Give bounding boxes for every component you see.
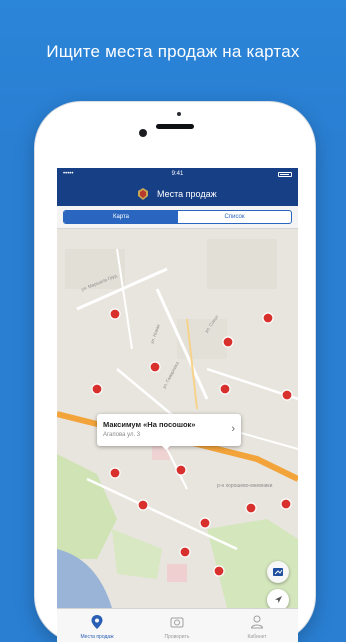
place-callout[interactable]: Максимум «На посошок» Агапова ул. 3 › xyxy=(97,414,241,450)
layers-icon xyxy=(273,568,283,576)
battery-icon xyxy=(278,172,292,177)
sale-point-marker[interactable] xyxy=(179,546,191,558)
phone-frame: ••••• 9:41 Места продаж Карта Список ул.… xyxy=(35,102,315,642)
callout-pointer xyxy=(161,445,171,450)
nav-title: Места продаж xyxy=(157,189,217,199)
sale-point-marker[interactable] xyxy=(199,517,211,529)
sale-point-marker[interactable] xyxy=(222,336,234,348)
view-segmented-control: Карта Список xyxy=(63,210,292,224)
sale-point-marker[interactable] xyxy=(219,383,231,395)
earpiece-speaker xyxy=(156,124,194,129)
sale-point-marker[interactable] xyxy=(280,498,292,510)
tab-label: Кабинет xyxy=(247,634,267,640)
sensor-dot xyxy=(177,112,181,116)
segment-list[interactable]: Список xyxy=(178,211,291,223)
map-block xyxy=(207,239,277,289)
callout-address: Агапова ул. 3 xyxy=(103,432,141,438)
tab-label: Места продаж xyxy=(80,634,114,640)
map-layers-button[interactable] xyxy=(267,561,289,583)
callout-title: Максимум «На посошок» xyxy=(103,420,196,429)
tab-label: Проверить xyxy=(164,634,190,640)
sale-point-marker[interactable] xyxy=(213,565,225,577)
sale-point-marker[interactable] xyxy=(149,361,161,373)
person-icon xyxy=(250,615,264,629)
tab-check[interactable]: Проверить xyxy=(137,609,217,642)
tab-account[interactable]: Кабинет xyxy=(217,609,297,642)
segment-map[interactable]: Карта xyxy=(64,211,178,223)
sale-point-marker[interactable] xyxy=(137,499,149,511)
app-screen: ••••• 9:41 Места продаж Карта Список ул.… xyxy=(57,168,298,642)
status-bar: ••••• 9:41 xyxy=(57,168,298,182)
sale-point-marker[interactable] xyxy=(281,389,293,401)
nav-bar: Места продаж xyxy=(57,182,298,206)
sale-point-marker[interactable] xyxy=(109,308,121,320)
camera-icon xyxy=(170,617,184,628)
promo-headline: Ищите места продаж на картах xyxy=(46,42,300,61)
sale-point-marker[interactable] xyxy=(109,467,121,479)
status-time: 9:41 xyxy=(171,171,184,177)
tab-places[interactable]: Места продаж xyxy=(57,609,137,642)
map-building xyxy=(167,564,187,582)
segment-bar: Карта Список xyxy=(57,206,298,229)
emblem-icon xyxy=(138,188,148,200)
sale-point-marker[interactable] xyxy=(245,502,257,514)
sale-point-marker[interactable] xyxy=(91,383,103,395)
tab-bar: Места продаж Проверить Кабинет xyxy=(57,608,298,642)
sale-point-marker[interactable] xyxy=(175,464,187,476)
street-label: р-н хорошево-мневники xyxy=(217,483,273,489)
chevron-right-icon[interactable]: › xyxy=(231,423,235,435)
front-camera xyxy=(139,129,147,137)
map-pin-icon xyxy=(91,615,103,629)
sale-point-marker[interactable] xyxy=(262,312,274,324)
